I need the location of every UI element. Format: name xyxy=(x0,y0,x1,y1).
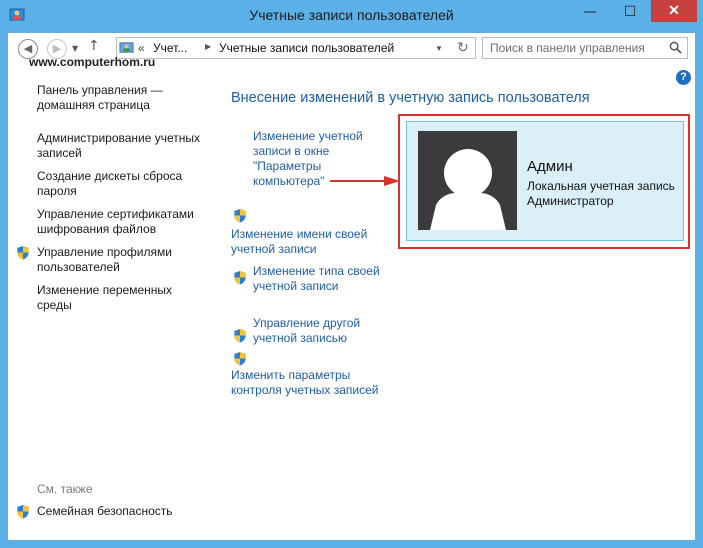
up-button[interactable]: ↑ xyxy=(88,38,100,54)
uac-shield-icon xyxy=(234,208,246,223)
search-input[interactable]: Поиск в панели управления xyxy=(482,37,688,59)
page-title: Внесение изменений в учетную запись поль… xyxy=(231,90,590,106)
help-button[interactable]: ? xyxy=(676,70,691,85)
refresh-icon[interactable]: ↻ xyxy=(457,39,469,56)
close-button[interactable]: ✕ xyxy=(651,0,697,22)
control-panel-icon xyxy=(119,42,134,53)
chevron-down-icon: ▼ xyxy=(72,44,79,53)
manage-other-account-link[interactable]: Управление другой учетной записью xyxy=(253,316,383,346)
sidebar-home-link[interactable]: Панель управления — домашняя страница xyxy=(37,83,207,113)
see-also-title: См. также xyxy=(37,482,93,496)
arrow-right-icon: ▶ xyxy=(52,42,62,55)
user-silhouette-icon xyxy=(430,149,506,230)
sidebar-item-reset-disk[interactable]: Создание дискеты сброса пароля xyxy=(37,169,197,199)
uac-shield-icon xyxy=(17,245,29,260)
recent-pages-button[interactable]: ▼ xyxy=(72,44,78,53)
uac-shield-icon xyxy=(234,270,246,285)
change-account-name-link[interactable]: Изменение имени своей учетной записи xyxy=(231,227,381,257)
address-field[interactable]: « Учет... ▶ Учетные записи пользователей… xyxy=(116,37,476,59)
path-overflow[interactable]: « xyxy=(138,41,145,55)
account-name: Админ xyxy=(527,158,573,175)
red-arrow-icon xyxy=(330,176,400,186)
watermark: www.computerhom.ru xyxy=(29,55,156,69)
arrow-left-icon: ◀ xyxy=(23,42,33,55)
window: Учетные записи пользователей — ☐ ✕ ◀ ▶ ▼… xyxy=(0,0,703,548)
uac-shield-icon xyxy=(234,351,246,366)
search-icon[interactable] xyxy=(669,41,682,54)
breadcrumb-separator-icon[interactable]: ▶ xyxy=(205,42,211,51)
breadcrumb-item[interactable]: Учетные записи пользователей xyxy=(219,41,394,55)
title-bar[interactable]: Учетные записи пользователей — ☐ ✕ xyxy=(0,0,703,32)
change-account-type-link[interactable]: Изменение типа своей учетной записи xyxy=(253,264,388,294)
maximize-button[interactable]: ☐ xyxy=(617,1,643,23)
account-role: Администратор xyxy=(527,194,614,208)
address-dropdown-icon[interactable]: ▼ xyxy=(435,44,443,53)
see-also-family-safety[interactable]: Семейная безопасность xyxy=(37,504,173,519)
uac-shield-icon xyxy=(234,328,246,343)
minimize-button[interactable]: — xyxy=(577,1,603,23)
help-icon: ? xyxy=(680,71,687,83)
sidebar-item-profiles[interactable]: Управление профилями пользователей xyxy=(37,245,207,275)
avatar xyxy=(418,131,517,230)
account-type: Локальная учетная запись xyxy=(527,179,675,193)
arrow-up-icon: ↑ xyxy=(88,38,100,54)
sidebar-item-env-vars[interactable]: Изменение переменных среды xyxy=(37,283,197,313)
search-placeholder: Поиск в панели управления xyxy=(490,41,645,55)
uac-shield-icon xyxy=(17,504,29,519)
sidebar-item-admin-accounts[interactable]: Администрирование учетных записей xyxy=(37,131,207,161)
breadcrumb-item[interactable]: Учет... xyxy=(153,41,187,55)
uac-settings-link[interactable]: Изменить параметры контроля учетных запи… xyxy=(231,368,391,398)
sidebar-item-certificates[interactable]: Управление сертификатами шифрования файл… xyxy=(37,207,207,237)
